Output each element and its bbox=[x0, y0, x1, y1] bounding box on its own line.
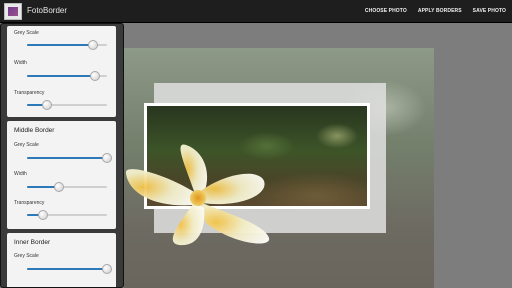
slider-thumb[interactable] bbox=[102, 153, 112, 163]
inner-border-card: Inner Border Grey Scale bbox=[7, 233, 116, 287]
app-logo-icon bbox=[4, 3, 22, 20]
middle-border-card: Middle Border Grey Scale Width Transpare… bbox=[7, 121, 116, 229]
outer-border-card: Grey Scale Width Transparency bbox=[7, 26, 116, 117]
slider-label: Width bbox=[14, 60, 27, 66]
save-photo-button[interactable]: SAVE PHOTO bbox=[473, 8, 506, 14]
slider-thumb[interactable] bbox=[102, 264, 112, 274]
app-title: FotoBorder bbox=[27, 6, 68, 15]
middle-border-title: Middle Border bbox=[14, 127, 55, 134]
photo-preview bbox=[124, 23, 512, 288]
border-settings-panel[interactable]: Grey Scale Width Transparency Middle Bor… bbox=[0, 23, 124, 288]
slider-label: Width bbox=[14, 171, 27, 177]
choose-photo-button[interactable]: CHOOSE PHOTO bbox=[365, 8, 407, 14]
action-bar: FotoBorder CHOOSE PHOTO APPLY BORDERS SA… bbox=[0, 0, 512, 23]
slider-label: Transparency bbox=[14, 90, 45, 96]
toolbar-actions: CHOOSE PHOTO APPLY BORDERS SAVE PHOTO bbox=[365, 8, 506, 14]
inner-border-title: Inner Border bbox=[14, 239, 51, 246]
slider-label: Grey Scale bbox=[14, 142, 39, 148]
flower-image bbox=[125, 144, 270, 246]
middle-width-slider[interactable] bbox=[27, 182, 107, 192]
middle-transparency-slider[interactable] bbox=[27, 210, 107, 220]
slider-thumb[interactable] bbox=[42, 100, 52, 110]
outer-grey-scale-slider[interactable] bbox=[27, 40, 107, 50]
outer-width-slider[interactable] bbox=[27, 71, 107, 81]
outer-transparency-slider[interactable] bbox=[27, 100, 107, 110]
slider-thumb[interactable] bbox=[38, 210, 48, 220]
slider-label: Grey Scale bbox=[14, 253, 39, 259]
slider-label: Transparency bbox=[14, 200, 45, 206]
slider-thumb[interactable] bbox=[87, 40, 98, 50]
slider-thumb[interactable] bbox=[54, 182, 64, 192]
middle-grey-scale-slider[interactable] bbox=[27, 153, 112, 163]
inner-grey-scale-slider[interactable] bbox=[27, 264, 112, 274]
apply-borders-button[interactable]: APPLY BORDERS bbox=[418, 8, 462, 14]
slider-label: Grey Scale bbox=[14, 30, 39, 36]
slider-thumb[interactable] bbox=[90, 71, 100, 81]
